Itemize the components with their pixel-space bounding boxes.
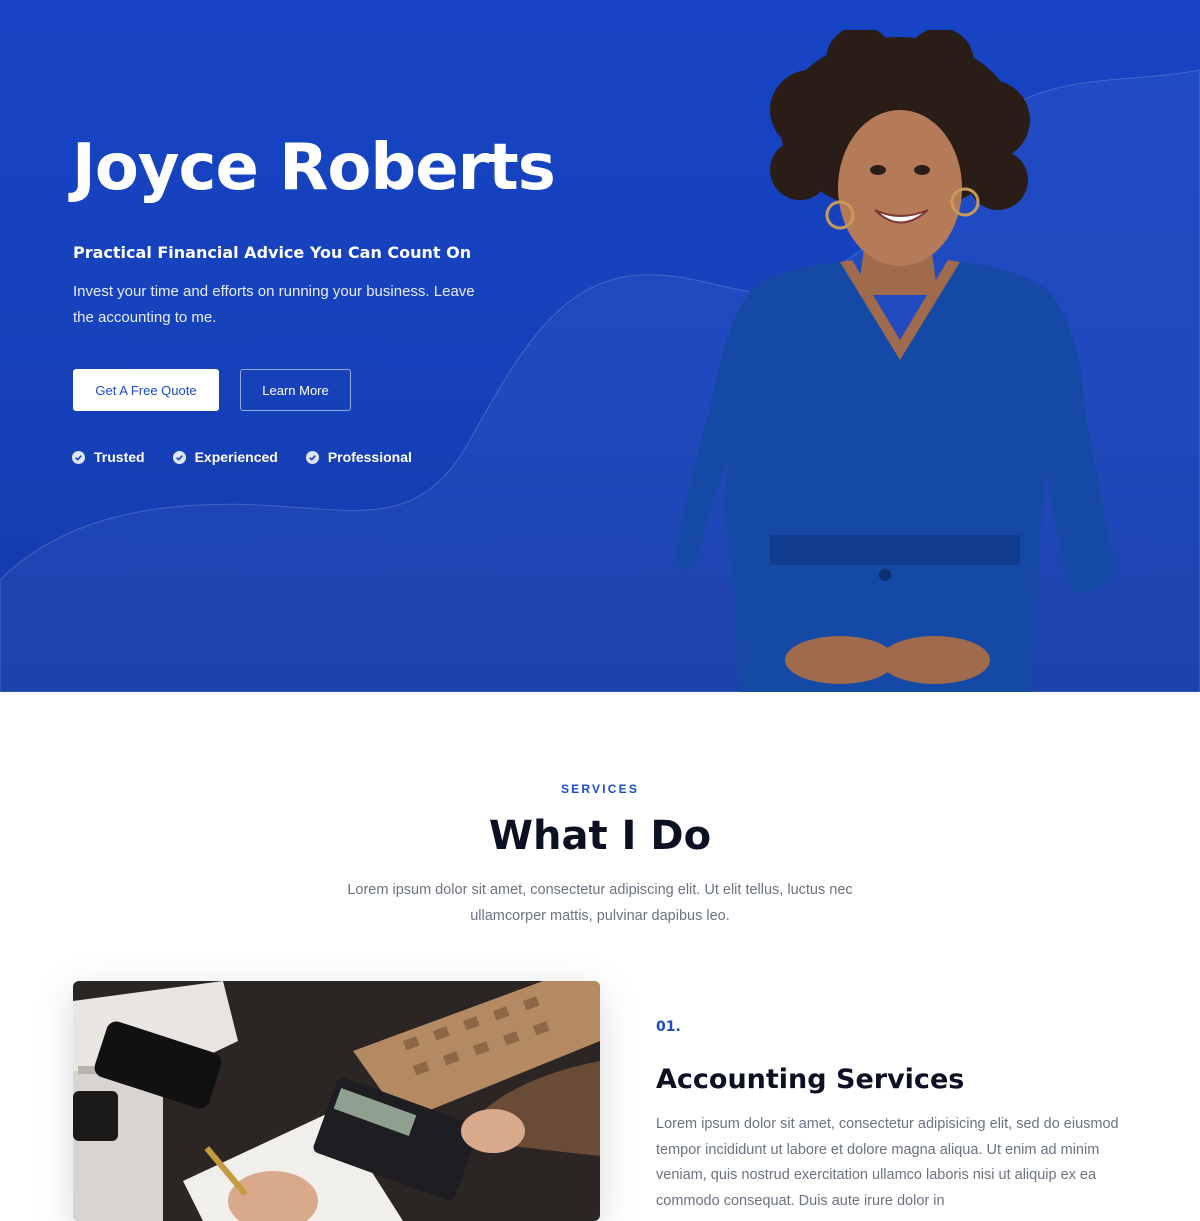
badge-label: Trusted	[94, 449, 145, 465]
accounting-desk-photo	[73, 981, 600, 1221]
hero-section: Joyce Roberts Practical Financial Advice…	[0, 0, 1200, 692]
hero-description: Invest your time and efforts on running …	[73, 283, 475, 326]
service-description: Lorem ipsum dolor sit amet, consectetur …	[656, 1116, 1119, 1209]
badge-trusted: Trusted	[72, 449, 145, 465]
get-free-quote-button[interactable]: Get A Free Quote	[73, 369, 219, 411]
service-image-accounting	[73, 981, 600, 1221]
hero-name: Joyce Roberts	[72, 131, 556, 205]
trust-badges: Trusted Experienced Professional	[72, 449, 440, 465]
check-circle-icon	[172, 450, 186, 464]
services-eyebrow: SERVICES	[560, 782, 640, 796]
services-description: Lorem ipsum dolor sit amet, consectetur …	[347, 882, 853, 924]
portrait-photo	[675, 30, 1115, 692]
badge-label: Experienced	[194, 449, 278, 465]
badge-professional: Professional	[305, 449, 412, 465]
services-title: What I Do	[488, 813, 712, 859]
service-title: Accounting Services	[656, 1064, 965, 1095]
learn-more-button[interactable]: Learn More	[240, 369, 351, 411]
badge-label: Professional	[327, 449, 412, 465]
check-circle-icon	[72, 450, 85, 464]
check-circle-icon	[305, 450, 319, 464]
hero-tagline: Practical Financial Advice You Can Count…	[73, 243, 472, 262]
badge-experienced: Experienced	[172, 449, 278, 465]
service-number: 01.	[656, 1019, 681, 1035]
